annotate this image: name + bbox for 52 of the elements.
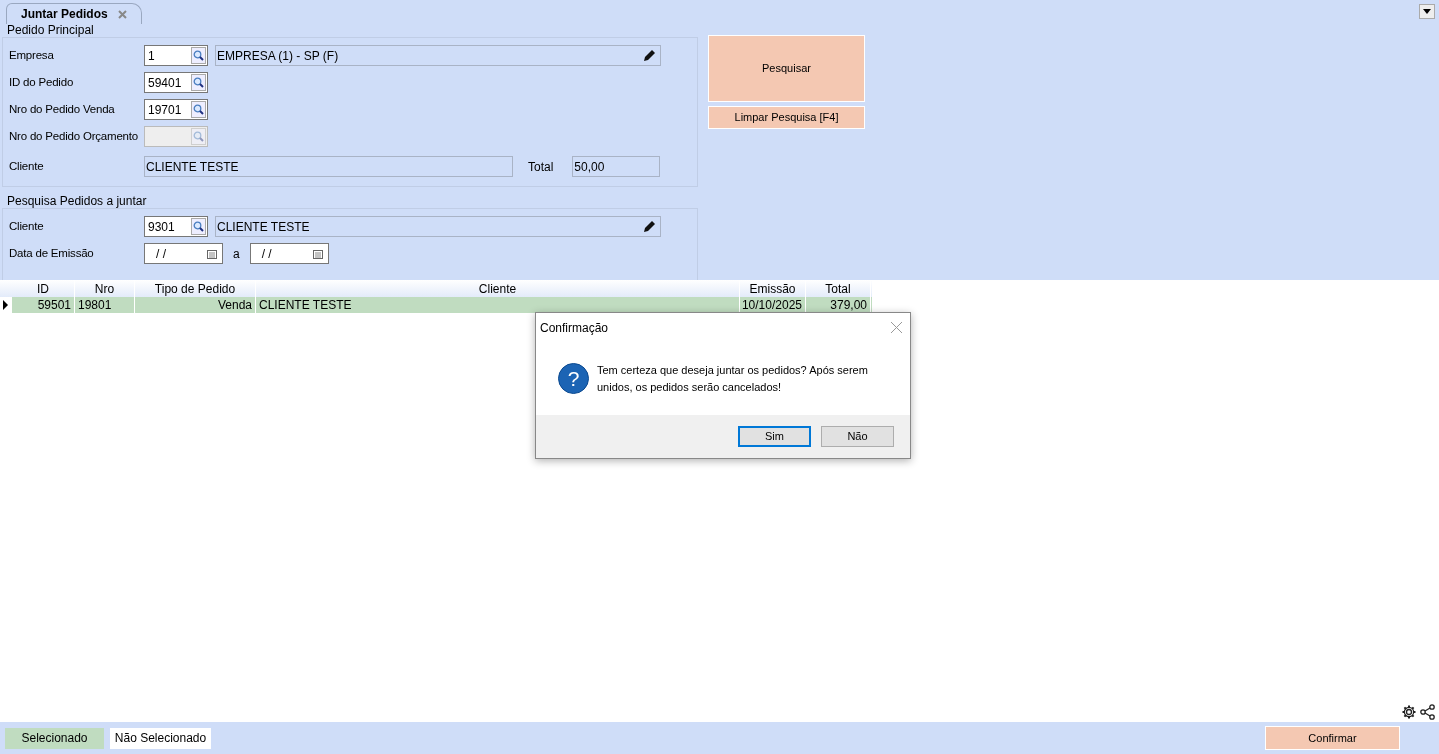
pencil-icon[interactable] [643, 220, 656, 233]
field-label: Cliente [9, 158, 45, 174]
search-icon[interactable] [191, 101, 206, 118]
field-label: Total [528, 158, 554, 176]
share-icon[interactable] [1420, 704, 1435, 720]
field-label: Empresa [9, 47, 55, 63]
search-button[interactable]: Pesquisar [708, 35, 865, 102]
question-icon: ? [558, 363, 589, 394]
grid-row[interactable]: 59501 19801 Venda CLIENTE TESTE 10/10/2025 379,00 [0, 297, 872, 313]
description-field: CLIENTE TESTE [215, 216, 661, 237]
date-field[interactable]: / / [144, 243, 223, 264]
table-cell: Venda [135, 297, 256, 313]
search-icon[interactable] [191, 74, 206, 91]
separator-label: a [233, 245, 240, 263]
dropdown-button[interactable] [1419, 4, 1435, 19]
pencil-icon[interactable] [643, 49, 656, 62]
field-label: Nro do Pedido Venda [9, 101, 116, 117]
dialog-button[interactable]: Sim [738, 426, 811, 447]
legend-item: Não Selecionado [110, 727, 211, 749]
table-cell: 59501 [12, 297, 75, 313]
confirm-button[interactable]: Confirmar [1265, 726, 1400, 750]
calendar-icon[interactable] [207, 248, 217, 259]
field-label: Cliente [9, 218, 45, 234]
search-icon [191, 128, 206, 145]
lookup-field[interactable]: 59401 [144, 72, 208, 93]
field-label: ID do Pedido [9, 74, 75, 90]
search-icon[interactable] [191, 218, 206, 235]
field-label: Nro do Pedido Orçamento [9, 128, 139, 144]
close-icon[interactable] [891, 322, 902, 333]
search-icon[interactable] [191, 47, 206, 64]
lookup-field[interactable]: 1 [144, 45, 208, 66]
field-label: Data de Emissão [9, 245, 95, 261]
group-title: Pesquisa Pedidos a juntar [6, 195, 148, 208]
date-field[interactable]: / / [249, 243, 329, 264]
clear-search-button[interactable]: Limpar Pesquisa [F4] [708, 106, 865, 129]
tab-label[interactable]: Juntar Pedidos [21, 5, 108, 23]
dialog-title: Confirmação [540, 319, 609, 337]
settings-icon[interactable] [1401, 704, 1418, 720]
dialog-message: Tem certeza que deseja juntar os pedidos? Após serem unidos, os pedidos serão cancelados! [597, 363, 869, 395]
group-title: Pedido Principal [6, 24, 95, 37]
lookup-field[interactable]: 9301 [144, 216, 208, 237]
dialog-button[interactable]: Não [821, 426, 894, 447]
table-cell: 19801 [75, 297, 135, 313]
close-icon[interactable] [117, 9, 127, 19]
row-indicator-icon [0, 297, 12, 313]
tab[interactable]: Juntar Pedidos [6, 3, 142, 24]
total-field: 50,00 [572, 156, 661, 177]
legend-item: Selecionado [5, 727, 104, 749]
description-field: EMPRESA (1) - SP (F) [215, 45, 661, 66]
caret-icon [1423, 9, 1431, 14]
lookup-field[interactable]: 19701 [144, 99, 208, 120]
calendar-icon[interactable] [312, 248, 323, 259]
